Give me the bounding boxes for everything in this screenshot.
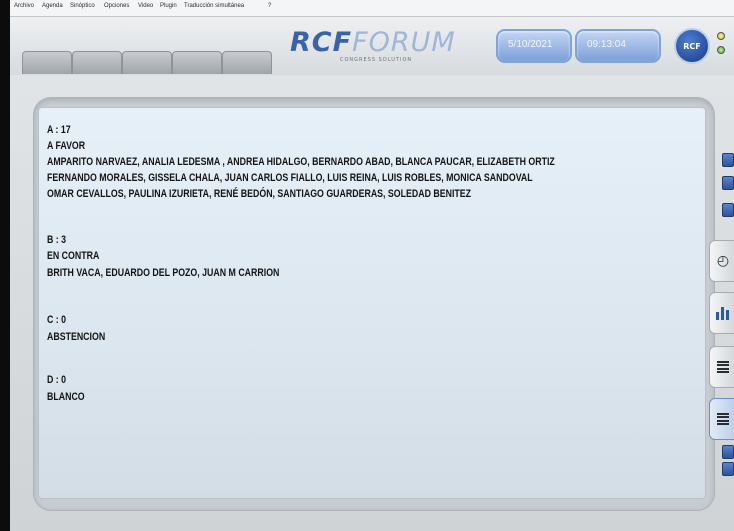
tab-3[interactable] bbox=[122, 51, 172, 74]
menu-opciones[interactable]: Opciones bbox=[104, 3, 129, 9]
bar-chart-icon bbox=[716, 306, 730, 320]
list-icon bbox=[717, 413, 729, 425]
tab-4[interactable] bbox=[172, 51, 222, 74]
vote-results-panel: A : 17 A FAVOR AMPARITO NARVAEZ, ANALIA … bbox=[38, 107, 706, 499]
option-b-count: B : 3 bbox=[47, 234, 67, 246]
tab-1[interactable] bbox=[22, 51, 72, 74]
side-small-button-5[interactable] bbox=[722, 462, 734, 476]
rcf-badge-label: RCF bbox=[683, 41, 701, 51]
side-tool-list[interactable] bbox=[709, 346, 734, 388]
side-small-button-3[interactable] bbox=[722, 203, 734, 217]
tab-2[interactable] bbox=[72, 51, 122, 74]
menu-traduccion[interactable]: Traducción simultánea bbox=[184, 3, 244, 9]
date-display: 5/10/2021 bbox=[496, 29, 572, 63]
option-d-count: D : 0 bbox=[47, 374, 67, 386]
rcf-badge[interactable]: RCF bbox=[674, 28, 710, 64]
app-header: RCFFORUM CONGRESS SOLUTION 5/10/2021 09:… bbox=[10, 17, 734, 75]
time-value: 09:13:04 bbox=[587, 39, 626, 50]
option-d-label: BLANCO bbox=[47, 391, 85, 403]
side-tool-clock[interactable]: ◴ bbox=[709, 240, 734, 282]
menu-plugin[interactable]: Plugin bbox=[160, 3, 177, 9]
rcf-forum-logo: RCFFORUM CONGRESS SOLUTION bbox=[290, 27, 456, 63]
menu-sinoptico[interactable]: Sinóptico bbox=[70, 3, 95, 9]
app-window: Archivo Agenda Sinóptico Opciones Video … bbox=[10, 0, 734, 531]
time-display: 09:13:04 bbox=[575, 29, 661, 63]
side-small-button-1[interactable] bbox=[722, 153, 734, 167]
option-a-names-line-3: OMAR CEVALLOS, PAULINA IZURIETA, RENÉ BE… bbox=[47, 188, 472, 200]
option-c-count: C : 0 bbox=[47, 314, 67, 326]
option-a-count: A : 17 bbox=[47, 124, 71, 136]
clock-icon: ◴ bbox=[716, 253, 730, 269]
menu-agenda[interactable]: Agenda bbox=[42, 3, 63, 9]
side-small-button-4[interactable] bbox=[722, 445, 734, 459]
status-led-yellow bbox=[717, 32, 725, 40]
date-value: 5/10/2021 bbox=[508, 39, 553, 50]
option-c-label: ABSTENCION bbox=[47, 331, 106, 343]
menu-archivo[interactable]: Archivo bbox=[14, 3, 34, 9]
menu-help[interactable]: ? bbox=[268, 3, 271, 9]
option-a-names-line-1: AMPARITO NARVAEZ, ANALIA LEDESMA , ANDRE… bbox=[47, 156, 555, 168]
option-b-names: BRITH VACA, EDUARDO DEL POZO, JUAN M CAR… bbox=[47, 267, 280, 279]
option-b-label: EN CONTRA bbox=[47, 250, 100, 262]
tab-5[interactable] bbox=[222, 51, 272, 74]
menu-video[interactable]: Video bbox=[138, 3, 153, 9]
side-small-button-2[interactable] bbox=[722, 176, 734, 190]
left-window-edge bbox=[0, 0, 10, 531]
option-a-names-line-2: FERNANDO MORALES, GISSELA CHALA, JUAN CA… bbox=[47, 172, 533, 184]
logo-tagline: CONGRESS SOLUTION bbox=[340, 57, 413, 63]
option-a-label: A FAVOR bbox=[47, 140, 86, 152]
status-led-green bbox=[717, 46, 725, 54]
list-icon bbox=[717, 361, 729, 373]
side-tool-chart[interactable] bbox=[709, 292, 734, 334]
menu-bar: Archivo Agenda Sinóptico Opciones Video … bbox=[10, 0, 734, 17]
side-tool-list-active[interactable] bbox=[709, 398, 734, 440]
